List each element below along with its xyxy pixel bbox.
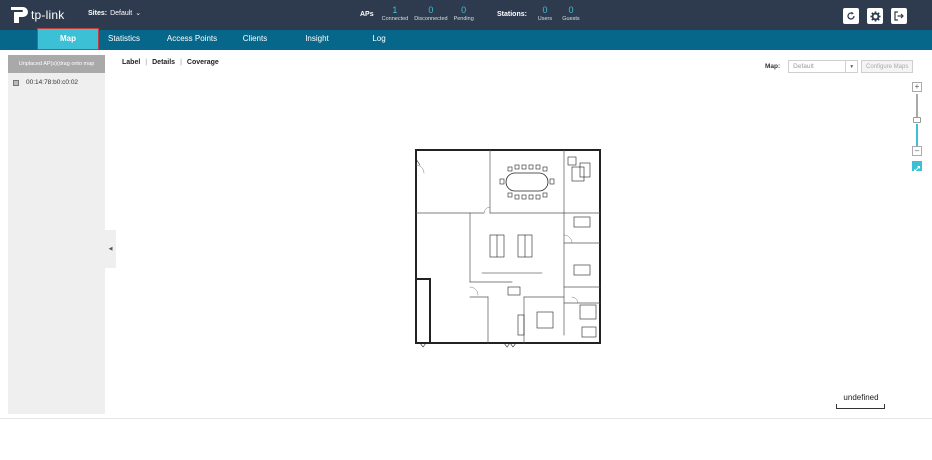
zoom-in-button[interactable]: +: [912, 82, 922, 92]
chevron-down-icon: ▼: [845, 61, 857, 72]
refresh-button[interactable]: [843, 8, 859, 24]
view-tab-coverage[interactable]: Coverage: [187, 59, 219, 66]
sites-value: Default: [110, 9, 133, 17]
stat-connected[interactable]: 1 Connected: [382, 5, 409, 23]
zoom-track-filled[interactable]: [916, 124, 918, 146]
tab-clients[interactable]: Clients: [236, 30, 274, 50]
sites-label: Sites:: [88, 9, 108, 17]
map-select[interactable]: Default ▼: [788, 60, 859, 73]
settings-button[interactable]: [867, 8, 883, 24]
gear-icon: [869, 10, 881, 22]
unplaced-aps-header: Unplaced AP(s)(drag onto map: [8, 55, 105, 73]
map-select-value: Default: [793, 63, 814, 70]
tp-link-logo-icon: [11, 7, 28, 23]
map-scale-label: undefined: [843, 393, 879, 402]
map-scale-bar: [836, 404, 885, 409]
access-point-icon: [13, 79, 19, 86]
map-controls: Map: Default ▼ Configure Maps: [765, 60, 914, 73]
refresh-icon: [847, 11, 855, 20]
stat-disconnected[interactable]: 0 Disconnected: [414, 5, 447, 23]
zoom-slider-handle[interactable]: [913, 117, 921, 123]
stations-stats: Stations: 0 Users 0 Guests: [497, 5, 587, 23]
aps-stats: APs 1 Connected 0 Disconnected 0 Pending: [360, 5, 480, 23]
aps-label: APs: [360, 11, 374, 18]
chevron-down-icon: ⌄: [135, 10, 142, 17]
stations-label: Stations:: [497, 11, 527, 18]
plus-icon: +: [914, 82, 920, 91]
tab-separator: |: [145, 59, 148, 66]
main-nav: Map Statistics Access Points Clients Ins…: [0, 28, 932, 50]
tab-insight[interactable]: Insight: [298, 30, 336, 50]
stat-guests[interactable]: 0 Guests: [561, 5, 581, 23]
tab-statistics[interactable]: Statistics: [103, 30, 145, 50]
view-tab-label[interactable]: Label: [122, 59, 140, 66]
map-view-tabs: Label | Details | Coverage: [122, 59, 219, 66]
footer-divider: [0, 418, 932, 419]
fit-map-button[interactable]: [912, 161, 922, 172]
floor-plan-image[interactable]: [412, 147, 604, 349]
ap-mac: 00:14:78:b0:c0:02: [26, 79, 79, 86]
tab-access-points[interactable]: Access Points: [163, 30, 221, 50]
collapse-sidebar-button[interactable]: ◀: [105, 230, 116, 268]
map-select-label: Map:: [765, 63, 781, 70]
zoom-out-button[interactable]: –: [912, 146, 922, 156]
unplaced-aps-panel: Unplaced AP(s)(drag onto map 00:14:78:b0…: [8, 55, 105, 414]
configure-maps-button[interactable]: Configure Maps: [861, 60, 914, 73]
logout-button[interactable]: [891, 8, 907, 24]
stat-users[interactable]: 0 Users: [535, 5, 555, 23]
minus-icon: –: [914, 146, 920, 155]
controller-app: tp-link Sites: Default ⌄ APs 1 Connected…: [0, 0, 932, 460]
zoom-control: + –: [912, 82, 922, 172]
tab-separator: |: [180, 59, 182, 66]
tp-link-logo[interactable]: tp-link: [8, 5, 64, 25]
logout-icon: [894, 11, 904, 21]
unplaced-ap-item[interactable]: 00:14:78:b0:c0:02: [13, 79, 78, 86]
site-selector[interactable]: Sites: Default ⌄: [88, 9, 142, 18]
logo-text: tp-link: [31, 8, 65, 22]
expand-icon: [914, 166, 920, 172]
tab-map[interactable]: Map: [37, 28, 99, 50]
caret-left-icon: ◀: [108, 246, 113, 252]
tab-log[interactable]: Log: [362, 30, 396, 50]
view-tab-details[interactable]: Details: [152, 59, 175, 66]
stat-pending[interactable]: 0 Pending: [454, 5, 474, 23]
top-header: tp-link Sites: Default ⌄ APs 1 Connected…: [0, 0, 932, 30]
